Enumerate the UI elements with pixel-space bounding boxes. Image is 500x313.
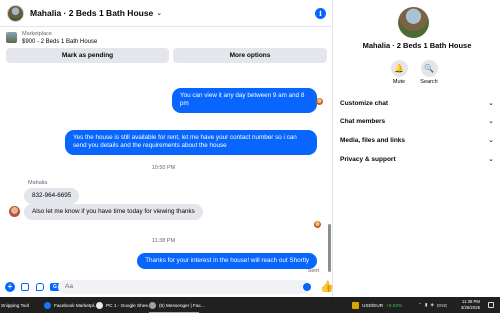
bell-icon[interactable]: 🔔 <box>390 60 408 77</box>
section-chat-members[interactable]: Chat members ⌄ <box>340 114 494 128</box>
conversation-name: Mahalia · 2 Beds 1 Bath House <box>362 41 472 50</box>
section-label: Chat members <box>340 117 386 125</box>
more-options-button[interactable]: More options <box>173 48 327 63</box>
conversation-info-panel: Mahalia · 2 Beds 1 Bath House 🔔 Mute 🔍 S… <box>334 0 500 297</box>
chevron-down-icon: ⌄ <box>488 118 494 125</box>
message-status: Sent <box>307 268 319 274</box>
contact-avatar[interactable] <box>9 206 20 217</box>
scrollbar[interactable] <box>327 69 332 277</box>
search-icon[interactable]: 🔍 <box>420 60 438 77</box>
clock-time: 11:38 PM <box>461 299 480 304</box>
chevron-up-icon[interactable]: ⌃ <box>418 302 422 308</box>
avatar[interactable] <box>7 4 24 22</box>
ticker-change: +0.03% <box>386 302 403 308</box>
clock[interactable]: 11:38 PM 3/26/2025 <box>461 299 480 310</box>
notification-icon[interactable] <box>488 302 494 308</box>
stock-ticker[interactable]: USD/EUR +0.03% <box>352 299 402 311</box>
avatar[interactable] <box>398 7 429 38</box>
clock-date: 3/26/2025 <box>460 304 480 310</box>
chevron-down-icon: ⌄ <box>488 137 494 144</box>
taskbar-app-label: Facebook Marketpl... <box>54 302 98 308</box>
emoji-icon[interactable] <box>303 283 311 291</box>
message-outgoing[interactable]: You can view it any day between 9 am and… <box>172 88 317 113</box>
search-button[interactable]: 🔍 Search <box>414 60 444 85</box>
listing-summary[interactable]: $900 - 2 Beds 1 Bath House <box>22 39 97 45</box>
image-icon[interactable] <box>20 282 30 292</box>
chrome-icon <box>44 301 51 309</box>
language-indicator[interactable]: ENG <box>437 303 447 308</box>
search-label: Search <box>420 79 438 85</box>
mute-button[interactable]: 🔔 Mute <box>384 60 414 85</box>
chrome-icon <box>96 301 103 309</box>
taskbar-app-google-sheets[interactable]: PC 1 - Google Shee... <box>96 299 152 311</box>
chrome-icon <box>149 301 156 309</box>
section-label: Customize chat <box>340 99 389 107</box>
seen-avatar <box>316 98 323 105</box>
taskbar-app-label: PC 1 - Google Shee... <box>106 302 152 308</box>
taskbar-app-messenger[interactable]: (5) Messenger | Fac... <box>149 299 205 311</box>
message-input[interactable]: Aa <box>58 280 310 294</box>
taskbar-app-facebook-marketplace[interactable]: Facebook Marketpl... <box>44 299 98 311</box>
taskbar-app-label: (5) Messenger | Fac... <box>159 302 205 308</box>
mute-label: Mute <box>392 79 406 85</box>
listing-thumbnail[interactable] <box>6 32 17 43</box>
plus-icon[interactable]: + <box>5 282 15 292</box>
chat-header: Mahalia · 2 Beds 1 Bath House ⌄ i <box>0 0 333 27</box>
conversation-title[interactable]: Mahalia · 2 Beds 1 Bath House <box>30 8 153 18</box>
system-tray[interactable]: ⌃ ▮ ◈ ENG <box>418 299 447 311</box>
info-icon[interactable]: i <box>315 8 326 19</box>
section-label: Media, files and links <box>340 136 406 144</box>
battery-icon[interactable]: ▮ <box>425 302 428 308</box>
sender-name: Mahalia <box>28 180 48 186</box>
chevron-down-icon: ⌄ <box>488 156 494 163</box>
taskbar: Snipping Tool Facebook Marketpl... PC 1 … <box>0 297 500 313</box>
chevron-down-icon: ⌄ <box>488 100 494 107</box>
timestamp: 10:50 PM <box>151 165 176 171</box>
message-outgoing[interactable]: Thanks for your interest in the house! w… <box>137 253 317 270</box>
marketplace-label: Marketplace <box>22 31 52 37</box>
chevron-down-icon[interactable]: ⌄ <box>156 9 162 17</box>
section-media-files-links[interactable]: Media, files and links ⌄ <box>340 133 494 147</box>
chat-pane: Mahalia · 2 Beds 1 Bath House ⌄ i Market… <box>0 0 334 297</box>
composer: + G Aa <box>0 277 333 297</box>
message-incoming[interactable]: Also let me know if you have time today … <box>24 204 203 221</box>
flag-icon <box>352 301 359 309</box>
sticker-icon[interactable] <box>35 282 45 292</box>
message-list: You can view it any day between 9 am and… <box>0 69 327 277</box>
timestamp: 11:38 PM <box>151 238 176 244</box>
seen-avatar <box>314 221 321 228</box>
scrollbar-thumb[interactable] <box>328 224 331 272</box>
like-icon[interactable]: 👍 <box>320 280 334 293</box>
message-outgoing[interactable]: Yes the house is still available for ren… <box>65 130 317 155</box>
wifi-icon[interactable]: ◈ <box>431 302 435 308</box>
section-customize-chat[interactable]: Customize chat ⌄ <box>340 96 494 110</box>
message-incoming[interactable]: 832-964-6695 <box>24 188 80 205</box>
taskbar-app-label: Snipping Tool <box>1 302 30 308</box>
taskbar-app-snipping-tool[interactable]: Snipping Tool <box>1 299 29 311</box>
section-privacy-support[interactable]: Privacy & support ⌄ <box>340 152 494 166</box>
ticker-symbol: USD/EUR <box>362 302 384 308</box>
section-label: Privacy & support <box>340 155 396 163</box>
mark-as-pending-button[interactable]: Mark as pending <box>6 48 169 63</box>
